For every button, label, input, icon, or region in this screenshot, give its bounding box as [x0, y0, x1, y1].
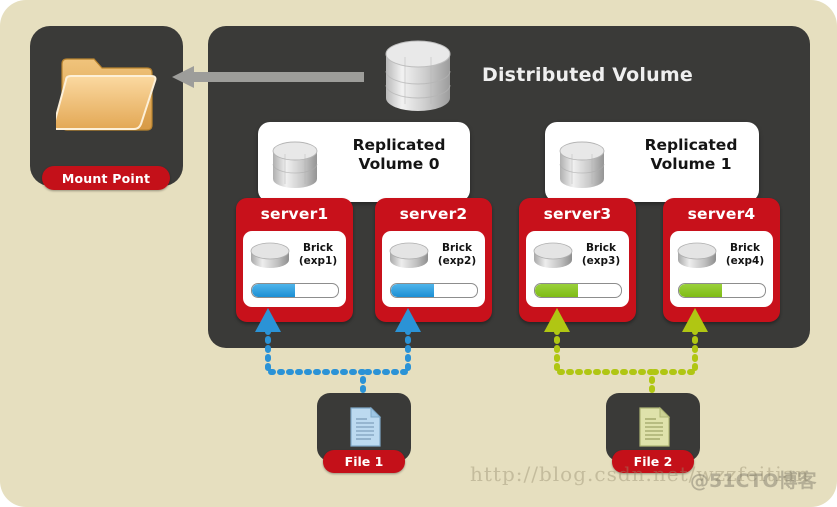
brick-label-line1: Brick [303, 242, 333, 254]
brick-cylinder-icon [533, 242, 573, 268]
brick-usage-meter-exp3 [534, 283, 622, 298]
brick-usage-meter-fill [252, 284, 295, 297]
brick-usage-meter-fill [391, 284, 434, 297]
mount-point-badge: Mount Point [42, 166, 170, 190]
replicated-volume-1-label-line2: Volume 1 [650, 154, 732, 173]
replicated-volume-0-card: Replicated Volume 0 [258, 122, 470, 202]
brick-usage-meter-fill [535, 284, 578, 297]
replicated-volume-1-label-line1: Replicated [644, 136, 738, 154]
brick-label-line2: (exp4) [725, 255, 765, 268]
brick-label-exp1: Brick (exp1) [293, 242, 343, 268]
document-icon [639, 406, 671, 447]
document-icon [350, 406, 382, 447]
mount-point-panel [30, 26, 183, 186]
brick-label-line1: Brick [586, 242, 616, 254]
replicated-volume-0-label-line1: Replicated [352, 136, 446, 154]
brick-label-line2: (exp3) [581, 255, 621, 268]
brick-card-exp4: Brick (exp4) [670, 231, 773, 307]
brick-card-exp1: Brick (exp1) [243, 231, 346, 307]
server-name-server2: server2 [399, 205, 468, 223]
distributed-volume-title: Distributed Volume [482, 64, 693, 86]
arrow-left-icon [172, 66, 364, 88]
file1-label: File 1 [344, 454, 384, 469]
server-name-server1: server1 [260, 205, 329, 223]
folder-icon [56, 58, 157, 131]
brick-label-line1: Brick [730, 242, 760, 254]
brick-usage-meter-exp2 [390, 283, 478, 298]
mount-point-label: Mount Point [61, 170, 151, 186]
brick-cylinder-icon [677, 242, 717, 268]
brick-label-exp3: Brick (exp3) [576, 242, 626, 268]
server-box-server4: server4 Brick (exp4) [663, 198, 780, 322]
distributed-volume-cylinder-icon [385, 40, 451, 111]
replicated-volume-1-card: Replicated Volume 1 [545, 122, 759, 202]
brick-label-exp4: Brick (exp4) [720, 242, 770, 268]
replicated-volume-1-label: Replicated Volume 1 [631, 136, 751, 174]
server-box-server1: server1 Brick (exp1) [236, 198, 353, 322]
diagram-canvas: Mount Point Distributed Volume Replicate… [0, 0, 837, 507]
server-name-server3: server3 [543, 205, 612, 223]
brick-cylinder-icon [250, 242, 290, 268]
brick-label-line2: (exp2) [437, 255, 477, 268]
replicated-volume-cylinder-icon [272, 141, 318, 188]
server-box-server2: server2 Brick (exp2) [375, 198, 492, 322]
replicated-volume-0-label: Replicated Volume 0 [336, 136, 462, 174]
server-box-server3: server3 Brick (exp3) [519, 198, 636, 322]
brick-usage-meter-fill [679, 284, 722, 297]
brick-usage-meter-exp1 [251, 283, 339, 298]
brick-card-exp2: Brick (exp2) [382, 231, 485, 307]
brick-usage-meter-exp4 [678, 283, 766, 298]
watermark-site: @51CTO博客 [690, 470, 817, 492]
brick-label-line2: (exp1) [298, 255, 338, 268]
brick-card-exp3: Brick (exp3) [526, 231, 629, 307]
brick-label-line1: Brick [442, 242, 472, 254]
brick-label-exp2: Brick (exp2) [432, 242, 482, 268]
server-name-server4: server4 [687, 205, 756, 223]
file1-badge: File 1 [323, 450, 405, 473]
replicated-volume-0-label-line2: Volume 0 [358, 154, 440, 173]
brick-cylinder-icon [389, 242, 429, 268]
replicated-volume-cylinder-icon [559, 141, 605, 188]
